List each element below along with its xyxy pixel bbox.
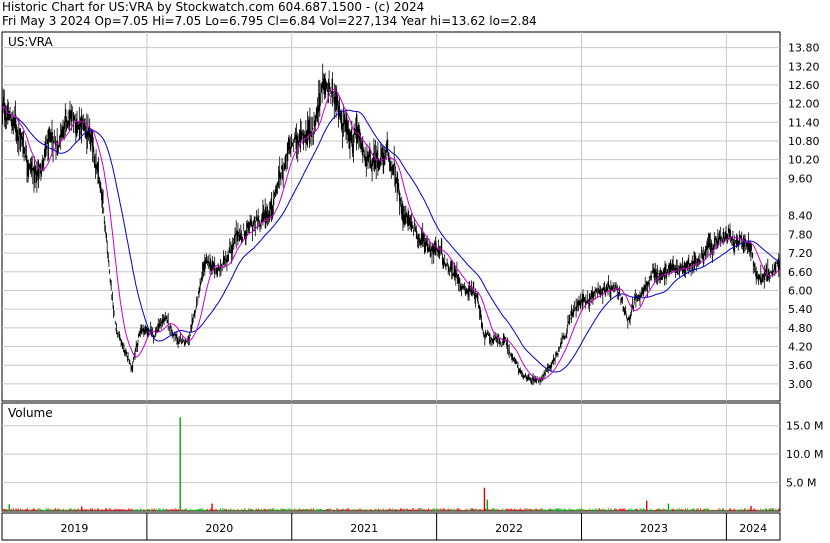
- price-tick-label: 6.00: [788, 284, 813, 297]
- price-tick-label: 6.60: [788, 266, 813, 279]
- price-tick-label: 10.80: [788, 135, 820, 148]
- volume-tick-label: 15.0 M: [786, 420, 823, 433]
- symbol-label: US:VRA: [8, 35, 54, 49]
- volume-tick-label: 10.0 M: [786, 448, 823, 461]
- volume-plot-area: [1, 402, 781, 512]
- price-tick-label: 4.20: [788, 341, 813, 354]
- price-plot-area: [1, 31, 781, 402]
- price-tick-label: 7.20: [788, 247, 813, 260]
- year-label: 2021: [350, 522, 378, 535]
- price-panel: 3.00 3.60 4.20 4.80 5.40 6.00 6.60 7.20 7.80 8.40…: [1, 31, 820, 402]
- volume-label: Volume: [8, 406, 53, 420]
- price-tick-label: 9.60: [788, 172, 813, 185]
- price-tick-label: 5.40: [788, 303, 813, 316]
- year-axis: 2019 2020 2021 2022 2023 2024: [1, 512, 781, 541]
- year-label: 2023: [640, 522, 668, 535]
- price-tick-label: 12.60: [788, 79, 820, 92]
- price-tick-label: 13.20: [788, 60, 820, 73]
- stock-chart: 3.00 3.60 4.20 4.80 5.40 6.00 6.60 7.20 7.80 8.40…: [1, 31, 823, 541]
- price-tick-label: 12.00: [788, 98, 820, 111]
- year-label: 2024: [739, 522, 767, 535]
- volume-tick-label: 5.0 M: [786, 477, 816, 490]
- price-tick-label: 3.00: [788, 378, 813, 391]
- price-tick-label: 3.60: [788, 359, 813, 372]
- price-tick-label: 4.80: [788, 322, 813, 335]
- volume-panel: 5.0 M 10.0 M 15.0 M Volume: [1, 402, 823, 512]
- year-label: 2022: [495, 522, 523, 535]
- year-label: 2020: [205, 522, 233, 535]
- year-label: 2019: [60, 522, 88, 535]
- price-tick-label: 13.80: [788, 42, 820, 55]
- price-tick-label: 8.40: [788, 210, 813, 223]
- price-tick-label: 11.40: [788, 116, 820, 129]
- price-tick-label: 7.80: [788, 228, 813, 241]
- price-tick-label: 10.20: [788, 154, 820, 167]
